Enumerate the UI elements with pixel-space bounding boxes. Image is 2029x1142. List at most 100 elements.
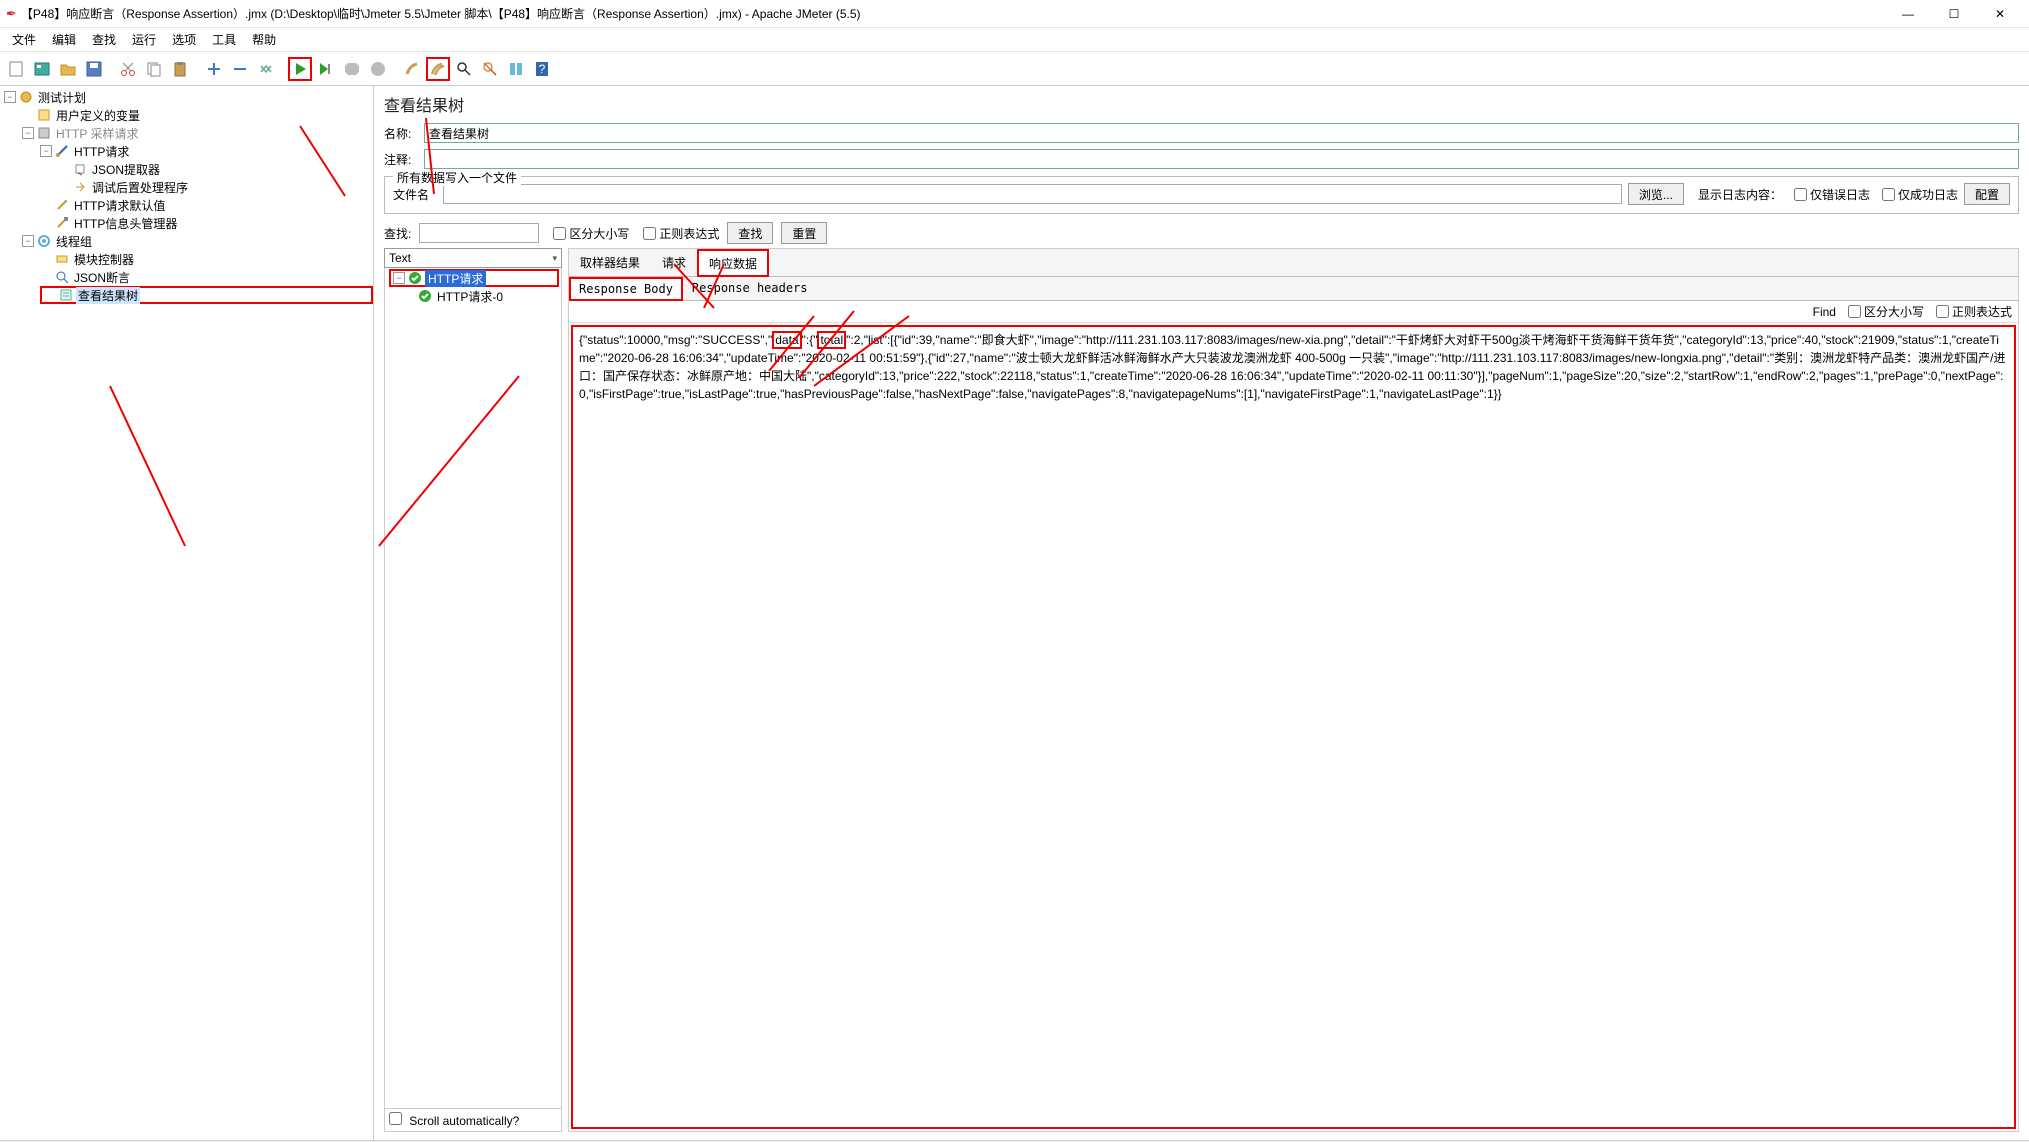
tab-sampler-result[interactable]: 取样器结果 [569, 249, 651, 277]
search-button[interactable]: 查找 [727, 222, 773, 244]
regex-checkbox[interactable] [643, 227, 656, 240]
tree-json-assertion[interactable]: JSON断言 [72, 269, 132, 286]
tree-http-request[interactable]: HTTP请求 [72, 143, 131, 160]
tree-udv[interactable]: 用户定义的变量 [54, 107, 142, 124]
comment-label: 注释: [384, 151, 424, 168]
cut-icon[interactable] [116, 57, 140, 81]
find-regex-label: 正则表达式 [1952, 303, 2012, 320]
configure-button[interactable]: 配置 [1964, 183, 2010, 205]
clear-all-icon[interactable] [426, 57, 450, 81]
find-regex-checkbox[interactable] [1936, 305, 1949, 318]
udv-icon [36, 107, 52, 123]
menu-edit[interactable]: 编辑 [44, 29, 84, 50]
shutdown-icon[interactable] [366, 57, 390, 81]
header-icon [54, 215, 70, 231]
extractor-icon [72, 161, 88, 177]
tree-header-manager[interactable]: HTTP信息头管理器 [72, 215, 179, 232]
tree-testplan[interactable]: 测试计划 [36, 89, 88, 106]
expand-icon[interactable] [202, 57, 226, 81]
tree-http-sampler[interactable]: HTTP 采样请求 [54, 125, 140, 142]
sampler-icon [36, 125, 52, 141]
subtab-response-body[interactable]: Response Body [569, 277, 683, 301]
only-error-label: 仅错误日志 [1810, 186, 1870, 203]
window-title: 【P48】响应断言（Response Assertion）.jmx (D:\De… [21, 5, 1885, 22]
results-tree[interactable]: − HTTP请求 HTTP请求-0 [385, 267, 561, 1108]
search-icon[interactable] [452, 57, 476, 81]
tree-view-results-tree[interactable]: 查看结果树 [76, 287, 140, 304]
twist-icon[interactable]: − [40, 145, 52, 157]
assertion-icon [54, 269, 70, 285]
tab-response-data[interactable]: 响应数据 [697, 249, 769, 277]
comment-input[interactable] [424, 149, 2019, 169]
only-success-checkbox[interactable] [1882, 188, 1895, 201]
result-http-request[interactable]: HTTP请求 [425, 270, 486, 287]
tab-request[interactable]: 请求 [651, 249, 697, 277]
start-icon[interactable] [288, 57, 312, 81]
collapse-icon[interactable] [228, 57, 252, 81]
highlight-total: total [817, 331, 846, 349]
copy-icon[interactable] [142, 57, 166, 81]
maximize-button[interactable]: ☐ [1931, 0, 1977, 28]
save-icon[interactable] [82, 57, 106, 81]
twist-icon[interactable]: − [22, 127, 34, 139]
stop-icon[interactable] [340, 57, 364, 81]
results-right-column: 取样器结果 请求 响应数据 Response Body Response hea… [568, 248, 2019, 1132]
filename-input[interactable] [443, 184, 1622, 204]
name-input[interactable] [424, 123, 2019, 143]
find-case-checkbox[interactable] [1848, 305, 1861, 318]
highlight-data: data [772, 331, 801, 349]
tree-thread-group[interactable]: 线程组 [54, 233, 94, 250]
find-label: Find [1813, 305, 1836, 319]
tree-module-controller[interactable]: 模块控制器 [72, 251, 136, 268]
minimize-button[interactable]: — [1885, 0, 1931, 28]
menu-file[interactable]: 文件 [4, 29, 44, 50]
testplan-icon [18, 89, 34, 105]
case-checkbox[interactable] [553, 227, 566, 240]
browse-button[interactable]: 浏览... [1628, 183, 1684, 205]
renderer-value: Text [389, 251, 411, 265]
menubar: 文件 编辑 查找 运行 选项 工具 帮助 [0, 28, 2029, 52]
tree-post-processor[interactable]: 调试后置处理程序 [90, 179, 190, 196]
function-helper-icon[interactable] [504, 57, 528, 81]
menu-search[interactable]: 查找 [84, 29, 124, 50]
test-plan-tree[interactable]: − 测试计划 用户定义的变量 [0, 86, 374, 1140]
menu-run[interactable]: 运行 [124, 29, 164, 50]
results-tree-icon [58, 287, 74, 303]
twist-icon[interactable]: − [4, 91, 16, 103]
twist-icon[interactable]: − [22, 235, 34, 247]
case-label: 区分大小写 [569, 225, 629, 242]
response-body-text[interactable]: {"status":10000,"msg":"SUCCESS","data":{… [571, 325, 2016, 1129]
find-case-label: 区分大小写 [1864, 303, 1924, 320]
new-icon[interactable] [4, 57, 28, 81]
reset-button[interactable]: 重置 [781, 222, 827, 244]
subtab-response-headers[interactable]: Response headers [683, 277, 817, 301]
clear-icon[interactable] [400, 57, 424, 81]
name-label: 名称: [384, 125, 424, 142]
filename-label: 文件名 [393, 186, 437, 203]
scroll-auto-checkbox[interactable] [389, 1112, 402, 1125]
start-no-pause-icon[interactable] [314, 57, 338, 81]
tree-json-extractor[interactable]: JSON提取器 [90, 161, 162, 178]
result-http-request-0[interactable]: HTTP请求-0 [435, 288, 505, 305]
search-input[interactable] [419, 223, 539, 243]
menu-help[interactable]: 帮助 [244, 29, 284, 50]
toggle-icon[interactable] [254, 57, 278, 81]
open-icon[interactable] [56, 57, 80, 81]
help-icon[interactable]: ? [530, 57, 554, 81]
tree-http-defaults[interactable]: HTTP请求默认值 [72, 197, 167, 214]
success-icon [417, 288, 433, 304]
reset-search-icon[interactable] [478, 57, 502, 81]
showlog-label: 显示日志内容： [1698, 186, 1782, 203]
menu-options[interactable]: 选项 [164, 29, 204, 50]
postproc-icon [72, 179, 88, 195]
menu-tools[interactable]: 工具 [204, 29, 244, 50]
renderer-select[interactable]: Text ▾ [384, 248, 562, 268]
response-subtabs: Response Body Response headers [569, 277, 2018, 301]
chevron-down-icon: ▾ [552, 253, 557, 264]
templates-icon[interactable] [30, 57, 54, 81]
only-error-checkbox[interactable] [1794, 188, 1807, 201]
module-icon [54, 251, 70, 267]
twist-icon[interactable]: − [393, 272, 405, 284]
close-button[interactable]: ✕ [1977, 0, 2023, 28]
paste-icon[interactable] [168, 57, 192, 81]
